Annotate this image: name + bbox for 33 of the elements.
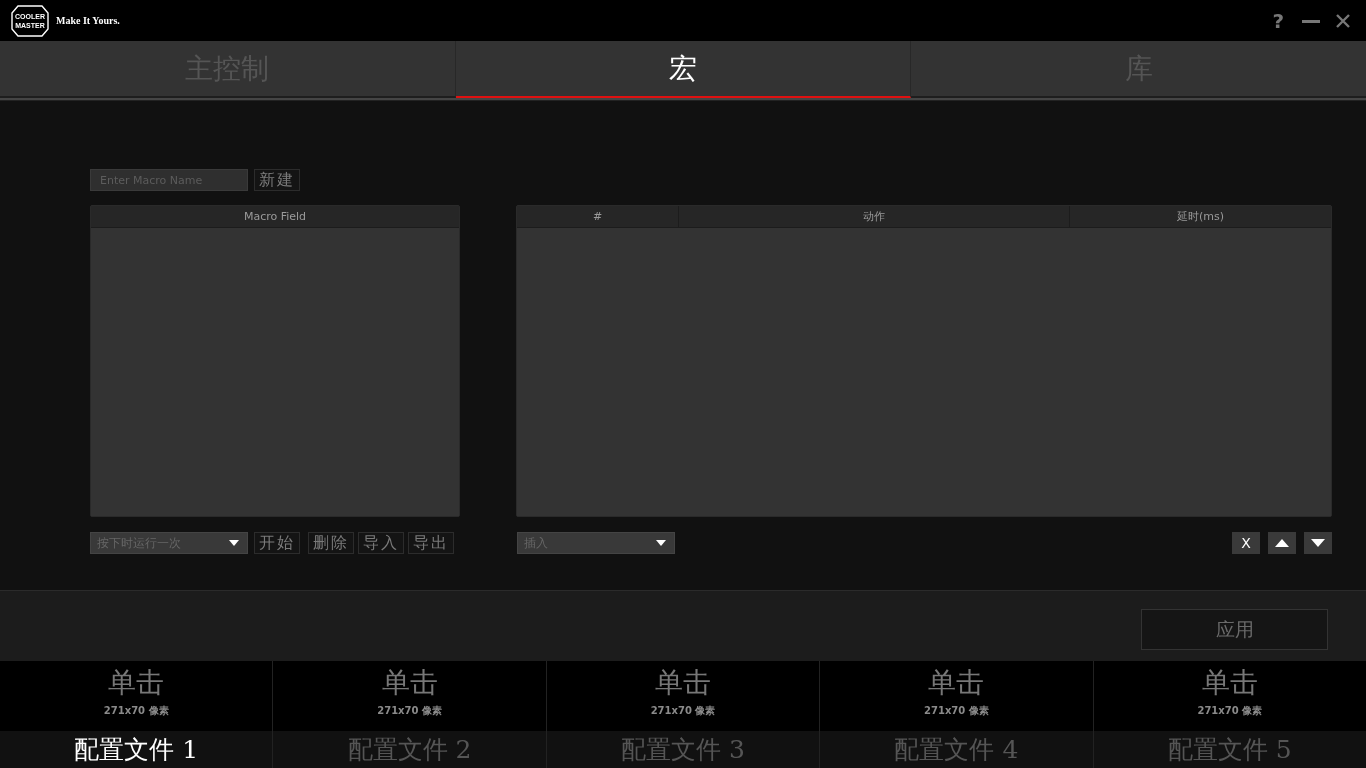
apply-button[interactable]: 应用 [1141, 609, 1328, 650]
size-label: 271x70 像素 [1197, 705, 1263, 717]
remove-button[interactable]: X [1232, 532, 1260, 554]
nav-tab[interactable]: 宏 [455, 41, 912, 98]
move-down-button[interactable] [1304, 532, 1332, 554]
minimize-icon [1302, 19, 1320, 23]
button-mode-label: 单击 [655, 667, 711, 699]
caret-icon [229, 540, 239, 546]
macro-action-button[interactable]: 导出 [408, 532, 454, 554]
caret-icon [656, 540, 666, 546]
button-mode-label: 单击 [928, 667, 985, 699]
button-mode-label: 单击 [108, 667, 165, 699]
size-label: 271x70 像素 [924, 705, 989, 717]
move-up-button[interactable] [1268, 532, 1296, 554]
size-label: 271x70 像素 [650, 705, 716, 717]
new-button[interactable]: 新建 [254, 169, 300, 191]
up-triangle-icon [1275, 539, 1289, 547]
brand-slogan: Make It Yours. [56, 14, 120, 28]
size-label: 271x70 像素 [377, 705, 442, 717]
column-header: 动作 [678, 206, 1069, 227]
button-mode-label: 单击 [1201, 667, 1258, 699]
close-button[interactable] [1336, 12, 1350, 29]
macro-action-button[interactable]: 导入 [358, 532, 404, 554]
size-label: 271x70 像素 [103, 705, 169, 717]
column-header: 延时(ms) [1069, 206, 1331, 227]
down-triangle-icon [1311, 539, 1325, 547]
button-mode-label: 单击 [381, 667, 438, 699]
macro-action-button[interactable]: 删除 [308, 532, 354, 554]
close-icon [1336, 14, 1350, 28]
macro-action-button[interactable]: 开始 [254, 532, 300, 554]
column-header: # [591, 209, 604, 225]
help-button[interactable]: ? [1272, 10, 1284, 31]
column-header: Macro Field [242, 209, 308, 225]
